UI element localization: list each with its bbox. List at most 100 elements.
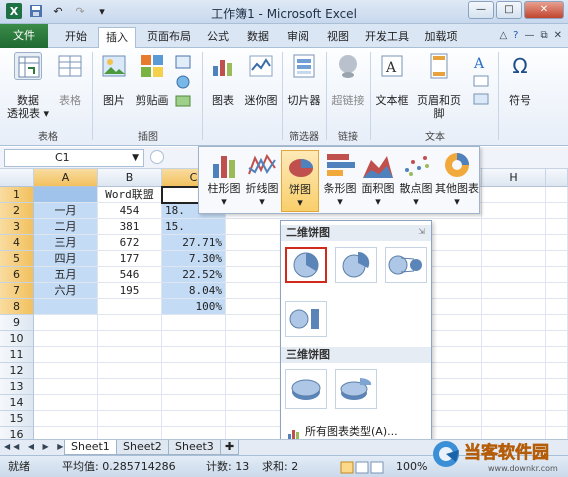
cell-month[interactable]: 四月 (34, 251, 98, 267)
cell[interactable] (482, 203, 546, 219)
select-all-corner[interactable] (0, 169, 34, 187)
cell-percent[interactable]: 8.04% (162, 283, 226, 299)
cell-value[interactable]: 177 (98, 251, 162, 267)
cell[interactable] (546, 251, 568, 267)
minimize-ribbon-icon[interactable]: △ (499, 30, 507, 41)
cell-month[interactable]: 三月 (34, 235, 98, 251)
cell[interactable] (482, 251, 546, 267)
row-header[interactable]: 3 (0, 219, 34, 235)
cell[interactable] (482, 315, 546, 331)
chart-type-pie[interactable]: 饼图 ▾ (281, 150, 319, 212)
column-header-h[interactable]: H (482, 169, 546, 187)
pie-3d-exploded[interactable] (335, 369, 377, 409)
hyperlink-button[interactable]: 超链接 (330, 52, 366, 107)
zoom-level[interactable]: 100% (396, 456, 427, 477)
cell[interactable] (34, 395, 98, 411)
cell-value[interactable]: 672 (98, 235, 162, 251)
row-header[interactable]: 12 (0, 363, 34, 379)
insert-sheet-icon[interactable]: ✚ (220, 440, 240, 455)
cell[interactable] (34, 363, 98, 379)
row-header[interactable]: 9 (0, 315, 34, 331)
cell[interactable] (162, 363, 226, 379)
cell[interactable] (546, 235, 568, 251)
cell[interactable] (162, 395, 226, 411)
tab-formulas[interactable]: 公式 (200, 27, 236, 48)
cell[interactable] (546, 187, 568, 203)
chart-type-column[interactable]: 柱形图 ▾ (205, 150, 243, 208)
window-minimize-icon[interactable]: — (524, 30, 534, 41)
textbox-button[interactable]: A 文本框 (374, 52, 410, 107)
chart-type-line[interactable]: 折线图 ▾ (243, 150, 281, 208)
sparkline-button[interactable]: 迷你图 (242, 52, 280, 107)
cell[interactable] (162, 315, 226, 331)
cell-value[interactable]: 454 (98, 203, 162, 219)
column-header-b[interactable]: B (98, 169, 162, 187)
table-button[interactable]: 表格 (54, 52, 86, 107)
column-header-a[interactable]: A (34, 169, 98, 187)
cell[interactable] (98, 299, 162, 315)
picture-button[interactable]: 图片 (98, 52, 130, 107)
sheet-tab-2[interactable]: Sheet2 (116, 440, 169, 455)
row-header[interactable]: 4 (0, 235, 34, 251)
row-header[interactable]: 1 (0, 187, 34, 203)
pie-2d-exploded[interactable] (335, 247, 377, 283)
cell[interactable] (546, 219, 568, 235)
pie-2d-bar-of-pie[interactable] (285, 301, 327, 337)
cell[interactable] (546, 299, 568, 315)
cell[interactable] (98, 363, 162, 379)
cell[interactable] (546, 411, 568, 427)
cell[interactable] (482, 235, 546, 251)
pivot-table-button[interactable]: 数据 透视表 ▾ (6, 52, 50, 120)
cell-percent[interactable]: 22.52% (162, 267, 226, 283)
cell[interactable] (34, 331, 98, 347)
row-header[interactable]: 8 (0, 299, 34, 315)
shapes-smartart-buttons[interactable] (172, 52, 196, 115)
tab-home[interactable]: 开始 (58, 27, 94, 48)
sheet-tab-1[interactable]: Sheet1 (64, 440, 117, 455)
window-restore-icon[interactable]: ⧉ (540, 30, 547, 41)
tab-insert[interactable]: 插入 (98, 27, 136, 48)
cell[interactable] (162, 411, 226, 427)
symbol-button[interactable]: Ω 符号 (504, 52, 536, 107)
cell[interactable] (162, 347, 226, 363)
cell[interactable] (98, 379, 162, 395)
cell[interactable] (98, 395, 162, 411)
row-header[interactable]: 10 (0, 331, 34, 347)
cell[interactable] (34, 427, 98, 439)
cell[interactable] (482, 411, 546, 427)
chart-type-other[interactable]: 其他图表 ▾ (435, 150, 479, 208)
row-header[interactable]: 6 (0, 267, 34, 283)
row-header[interactable]: 15 (0, 411, 34, 427)
wordart-signature-buttons[interactable]: A (468, 52, 494, 115)
cell-value[interactable]: 546 (98, 267, 162, 283)
tab-developer[interactable]: 开发工具 (360, 27, 414, 48)
cell-percent[interactable]: 15. (162, 219, 226, 235)
cell-value[interactable]: 195 (98, 283, 162, 299)
cell[interactable] (482, 331, 546, 347)
cell[interactable] (34, 315, 98, 331)
cell[interactable] (162, 379, 226, 395)
row-header[interactable]: 13 (0, 379, 34, 395)
minimize-button[interactable]: — (468, 1, 494, 19)
pie-3d-basic[interactable] (285, 369, 327, 409)
chart-type-scatter[interactable]: 散点图 ▾ (397, 150, 435, 208)
row-header[interactable]: 16 (0, 427, 34, 439)
name-box-dropdown-icon[interactable]: ▼ (132, 150, 139, 166)
pie-2d-basic[interactable] (285, 247, 327, 283)
cell-month[interactable]: 二月 (34, 219, 98, 235)
cell[interactable] (98, 331, 162, 347)
tab-addins[interactable]: 加载项 (420, 27, 462, 48)
cell-percent[interactable]: 7.30% (162, 251, 226, 267)
cell[interactable] (34, 411, 98, 427)
cell[interactable] (482, 363, 546, 379)
tab-file[interactable]: 文件 (0, 24, 48, 48)
cell[interactable] (98, 427, 162, 439)
cell-month[interactable]: 五月 (34, 267, 98, 283)
cell[interactable] (482, 219, 546, 235)
sheet-tab-3[interactable]: Sheet3 (168, 440, 221, 455)
cell[interactable] (482, 379, 546, 395)
slicer-button[interactable]: 切片器 (286, 52, 322, 107)
cell[interactable] (34, 187, 98, 203)
cell[interactable] (546, 283, 568, 299)
column-header-i[interactable] (546, 169, 568, 187)
